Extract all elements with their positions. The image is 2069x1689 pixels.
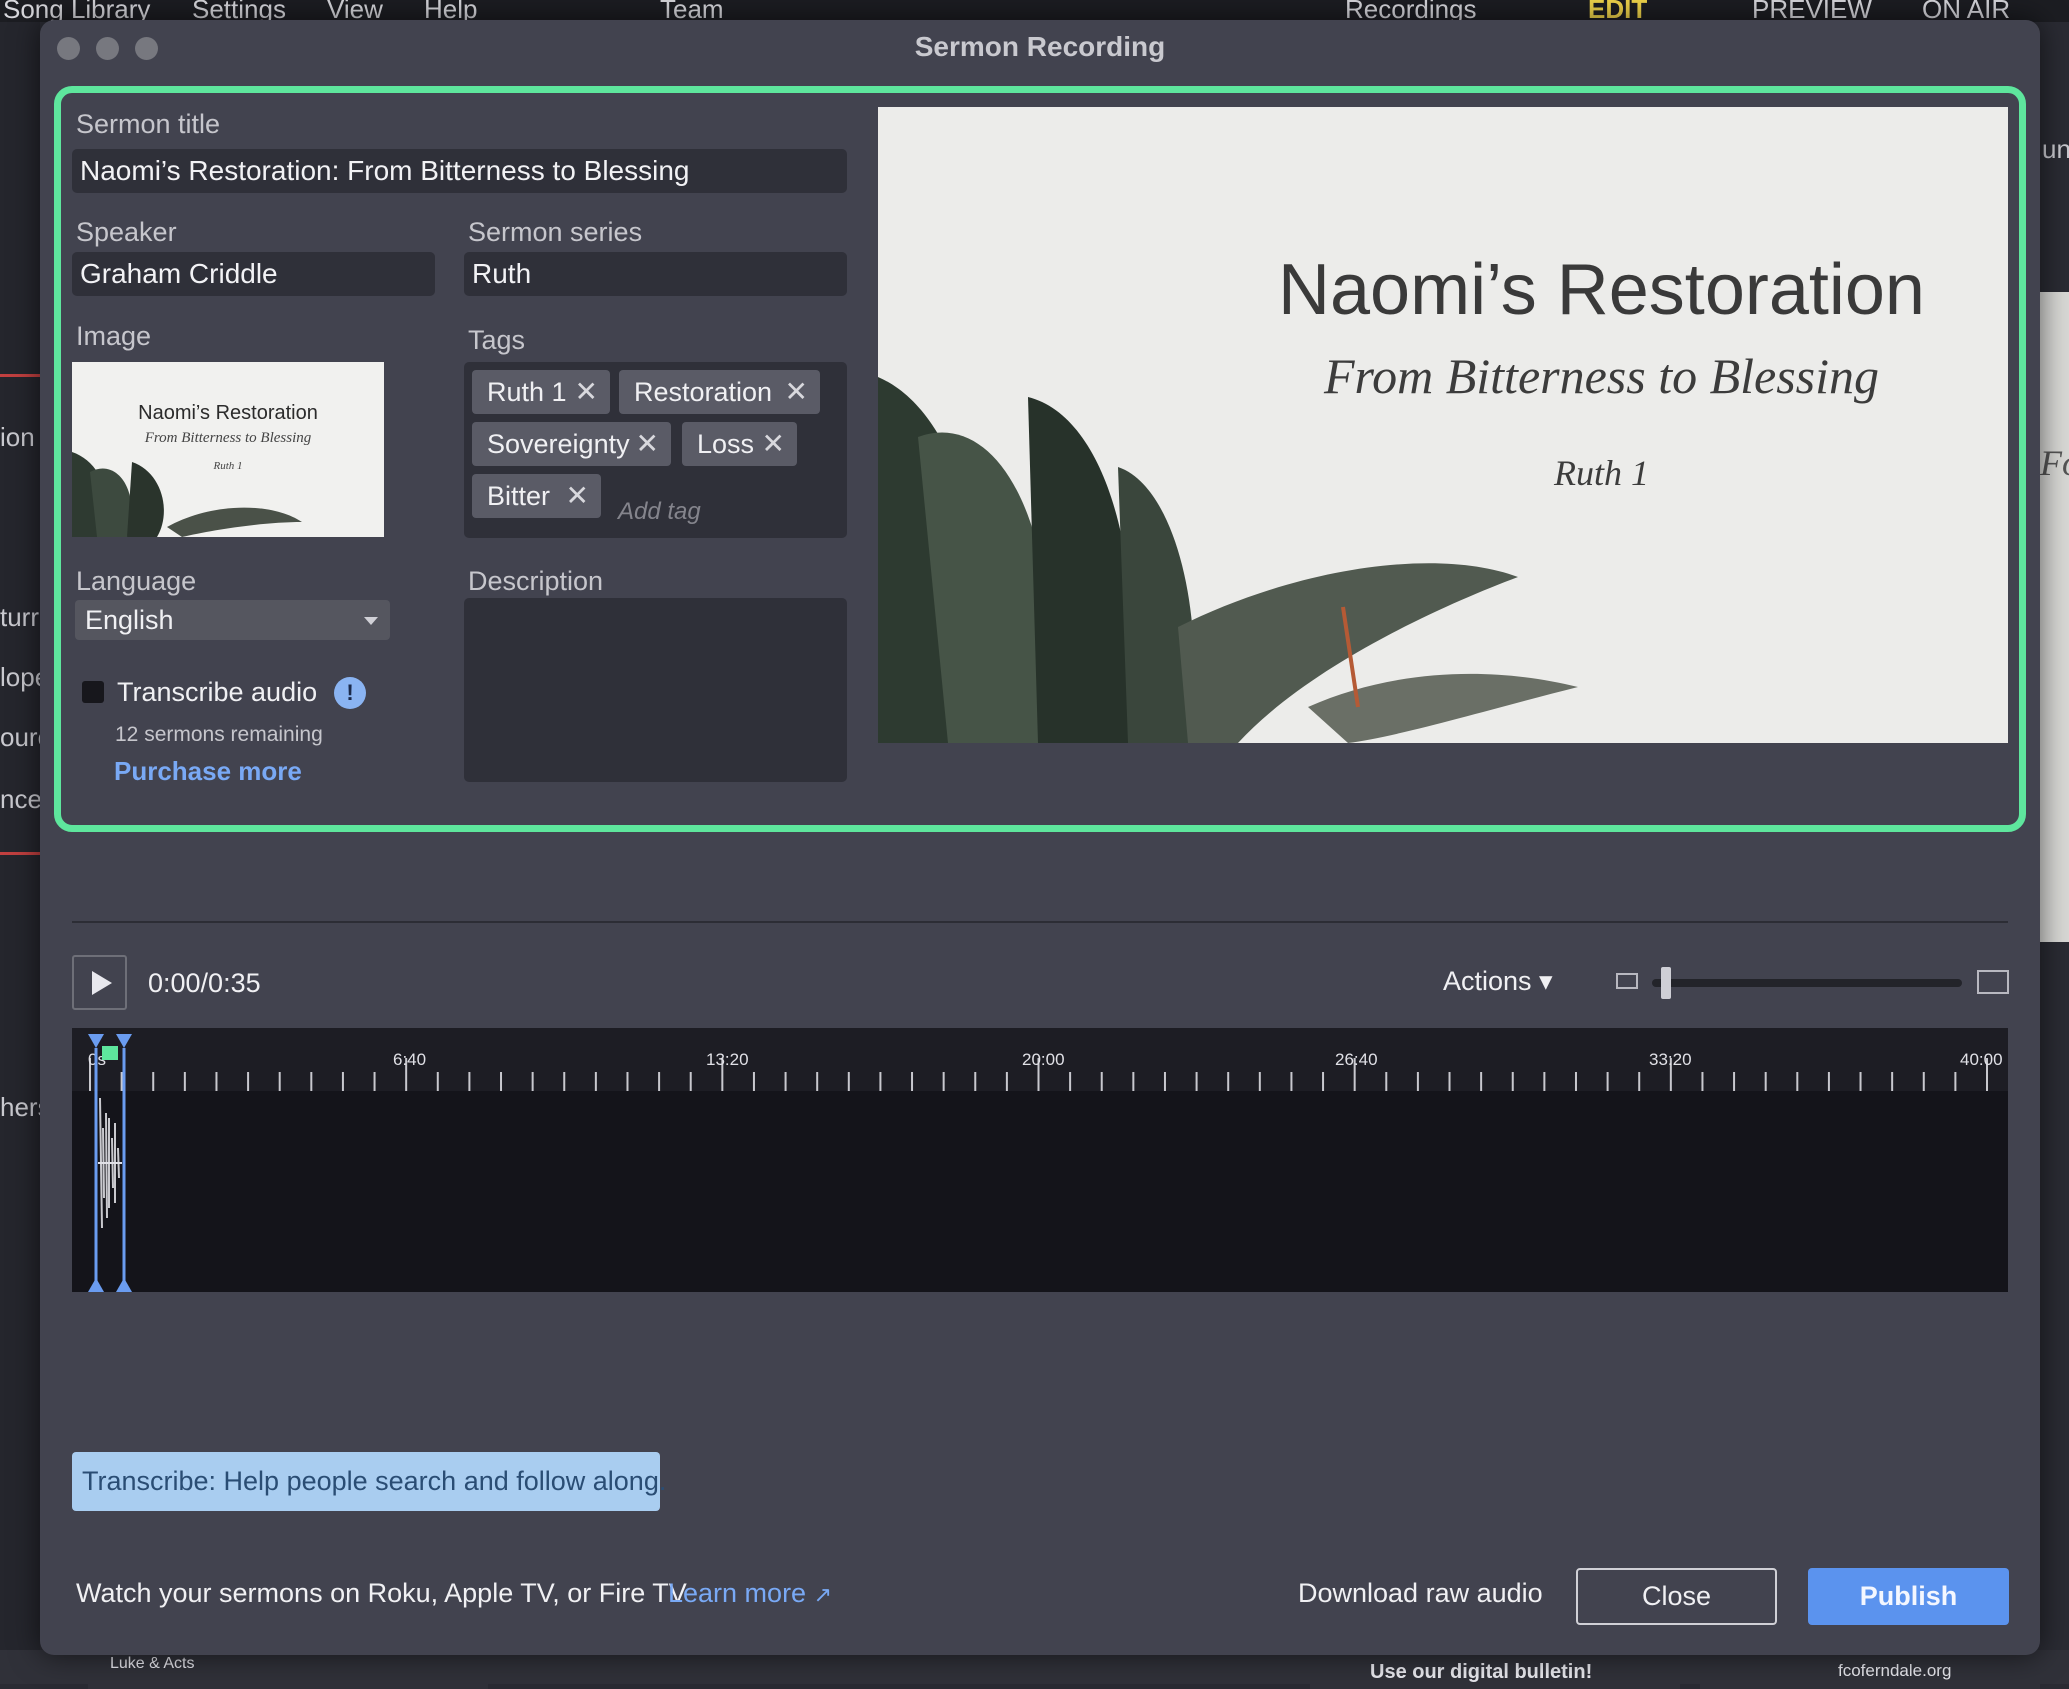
dialog-title: Sermon Recording <box>914 31 1166 62</box>
tag-chip: Ruth 1 ✕ <box>472 370 610 414</box>
language-select[interactable]: English <box>75 600 390 640</box>
tag-chip: Loss ✕ <box>682 422 797 466</box>
dialog-titlebar[interactable]: Sermon Recording <box>40 20 2040 76</box>
publish-button[interactable]: Publish <box>1808 1568 2009 1625</box>
zoom-slider[interactable] <box>1652 979 1962 987</box>
external-link-icon: ↗ <box>813 1582 833 1607</box>
playback-time: 0:00/0:35 <box>148 968 261 998</box>
thumbnail-label: Luke & Acts <box>110 1655 195 1672</box>
tag-chip: Restoration ✕ <box>619 370 820 414</box>
background-sidebar: ion turr lope ourc nce a hers <box>0 22 64 1684</box>
preview-subtitle: From Bitterness to Blessing <box>1323 348 1880 404</box>
ruler-label: 26:40 <box>1335 1050 1378 1069</box>
sidebar-fragment: turr <box>0 602 39 632</box>
add-tag-input[interactable]: Add tag <box>618 498 701 526</box>
background-slide-card: For <box>2040 292 2069 942</box>
remove-tag-icon[interactable]: ✕ <box>575 370 598 414</box>
tags-label: Tags <box>468 325 526 355</box>
tag-label: Loss <box>697 429 755 459</box>
ruler-label: 40:00 <box>1960 1050 2003 1069</box>
sidebar-divider <box>0 852 40 855</box>
right-fragment: For <box>2040 443 2069 483</box>
remove-tag-icon[interactable]: ✕ <box>566 474 589 518</box>
play-button[interactable] <box>72 955 127 1010</box>
timeline-ruler[interactable]: 0s 6:40 13:20 20:00 26:40 33:20 40:00 <box>72 1028 2008 1091</box>
thumbnail-label: Use our digital bulletin! <box>1370 1661 1593 1683</box>
sidebar-divider <box>0 374 40 377</box>
remove-tag-icon[interactable]: ✕ <box>785 370 808 414</box>
slide-preview: Naomi’s Restoration From Bitterness to B… <box>878 107 2008 743</box>
tag-chip: Bitter ✕ <box>472 474 601 518</box>
tag-label: Bitter <box>487 481 551 511</box>
transcribe-audio-checkbox[interactable] <box>82 681 104 703</box>
thumbnail-reference: Ruth 1 <box>213 460 243 472</box>
image-label: Image <box>76 321 152 351</box>
info-icon[interactable]: ! <box>334 677 366 709</box>
zoom-out-icon[interactable] <box>1616 973 1638 989</box>
actions-menu-button[interactable]: Actions ▾ <box>1443 966 1553 997</box>
remove-tag-icon[interactable]: ✕ <box>636 422 659 466</box>
ruler-label: 6:40 <box>393 1050 427 1069</box>
sermons-remaining-text: 12 sermons remaining <box>115 723 323 746</box>
sermon-title-input[interactable]: Naomi’s Restoration: From Bitterness to … <box>72 149 847 193</box>
ruler-label: 20:00 <box>1022 1050 1065 1069</box>
sidebar-fragment: ion <box>0 422 35 452</box>
audio-timeline[interactable]: 0s 6:40 13:20 20:00 26:40 33:20 40:00 <box>72 1028 2008 1292</box>
zoom-in-icon[interactable] <box>1977 970 2009 994</box>
sermon-recording-dialog: Sermon Recording Sermon title Naomi’s Re… <box>40 20 2040 1655</box>
description-label: Description <box>468 566 604 596</box>
speaker-input[interactable]: Graham Criddle <box>72 252 435 296</box>
series-label: Sermon series <box>468 217 643 247</box>
tag-chip: Sovereignty ✕ <box>472 422 671 466</box>
tag-label: Sovereignty <box>487 429 630 459</box>
tag-label: Restoration <box>634 377 773 407</box>
tags-input[interactable]: Ruth 1 ✕ Restoration ✕ Sovereignty ✕ Los… <box>464 362 847 538</box>
sermon-title-label: Sermon title <box>76 109 221 139</box>
learn-more-link[interactable]: Learn more ↗ <box>668 1578 832 1609</box>
play-icon <box>92 971 112 995</box>
sermon-image-thumbnail[interactable]: Naomi’s Restoration From Bitterness to B… <box>72 362 384 537</box>
thumbnail-subtitle: From Bitterness to Blessing <box>144 430 312 446</box>
preview-title: Naomi’s Restoration <box>1278 250 1925 330</box>
series-input[interactable]: Ruth <box>464 252 847 296</box>
background-menubar: Song Library Settings View Help Team Rec… <box>0 0 2069 24</box>
plant-leaves-graphic <box>878 377 1578 743</box>
remove-tag-icon[interactable]: ✕ <box>762 422 785 466</box>
purchase-more-link[interactable]: Purchase more <box>114 756 302 787</box>
ruler-label: 33:20 <box>1649 1050 1692 1069</box>
zoom-slider-handle[interactable] <box>1661 967 1671 999</box>
audio-clip-selection[interactable] <box>86 1028 146 1292</box>
transcribe-audio-label[interactable]: Transcribe audio <box>117 677 317 708</box>
download-raw-audio-button[interactable]: Download raw audio <box>1298 1578 1543 1609</box>
language-value: English <box>85 605 174 635</box>
description-textarea[interactable] <box>464 598 847 782</box>
language-label: Language <box>76 566 197 596</box>
watch-sermons-text: Watch your sermons on Roku, Apple TV, or… <box>76 1578 687 1608</box>
ruler-label: 13:20 <box>706 1050 749 1069</box>
section-divider <box>72 921 2008 923</box>
right-fragment: un <box>2042 134 2069 164</box>
chevron-down-icon <box>364 617 378 625</box>
preview-reference: Ruth 1 <box>1554 453 1649 493</box>
plant-leaves-graphic <box>72 452 302 537</box>
thumbnail-title: Naomi’s Restoration <box>138 402 318 424</box>
transcribe-banner[interactable]: Transcribe: Help people search and follo… <box>72 1452 666 1511</box>
speaker-label: Speaker <box>76 217 177 247</box>
close-button[interactable]: Close <box>1576 1568 1777 1625</box>
tag-label: Ruth 1 <box>487 377 567 407</box>
thumbnail-label: fcoferndale.org <box>1838 1661 1952 1680</box>
background-right-panel: un For <box>2040 22 2069 1684</box>
learn-more-label: Learn more <box>668 1578 807 1608</box>
